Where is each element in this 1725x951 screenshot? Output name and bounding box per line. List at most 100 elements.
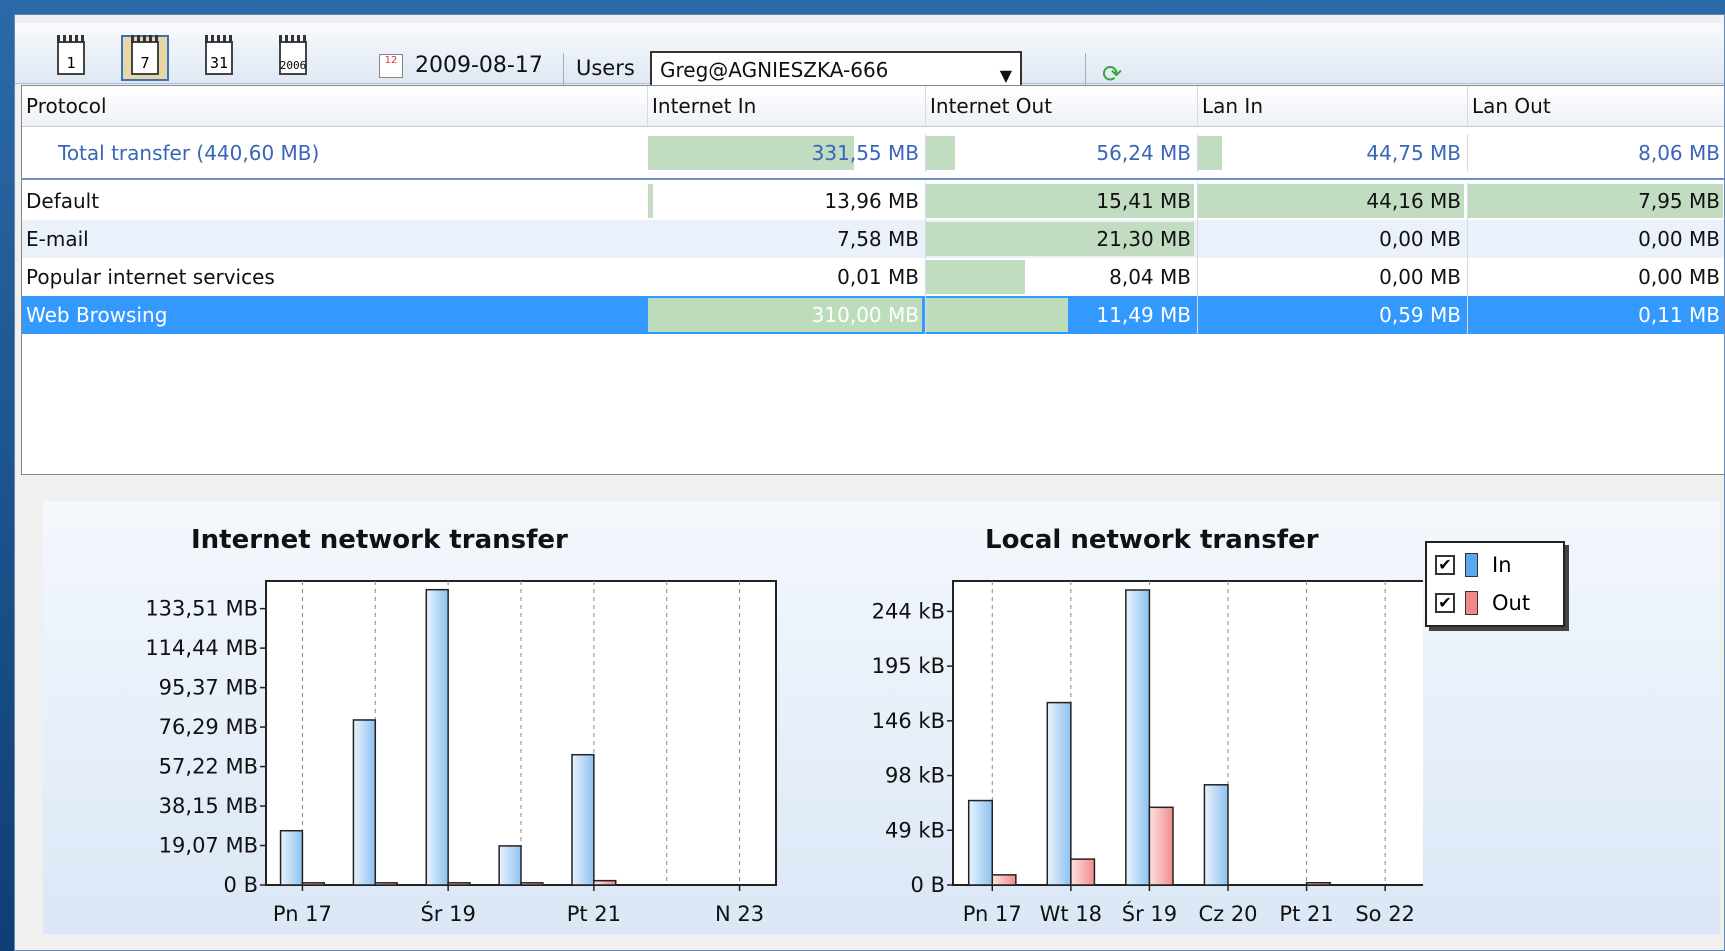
- toolbar-separator: [563, 53, 564, 85]
- value-cell: 0,00 MB: [1198, 220, 1468, 258]
- column-header-lan-in[interactable]: Lan In: [1198, 86, 1468, 126]
- value-text: 310,00 MB: [811, 303, 919, 327]
- day-view-button[interactable]: 1: [47, 35, 95, 81]
- column-header-lan-out[interactable]: Lan Out: [1468, 86, 1724, 126]
- x-tick-label: Śr 19: [420, 901, 475, 926]
- value-bar: [926, 298, 1069, 332]
- value-text: 0,01 MB: [837, 265, 919, 289]
- value-text: 331,55 MB: [811, 141, 919, 165]
- value-cell: 44,16 MB: [1198, 182, 1468, 220]
- value-text: 0,59 MB: [1379, 303, 1461, 327]
- value-cell: 7,58 MB: [648, 220, 926, 258]
- calendar-week-icon: 7: [131, 35, 159, 75]
- value-text: 7,58 MB: [837, 227, 919, 251]
- table-row[interactable]: Popular internet services 0,01 MB 8,04 MB 0…: [22, 258, 1724, 296]
- y-tick-label: 57,22 MB: [159, 755, 258, 779]
- users-dropdown-value: Greg@AGNIESZKA-666: [660, 58, 889, 82]
- y-tick-label: 0 B: [911, 873, 945, 897]
- value-text: 44,16 MB: [1366, 189, 1461, 213]
- value-bar: [926, 136, 956, 170]
- x-tick-label: Śr 19: [1122, 901, 1177, 926]
- value-text: 13,96 MB: [824, 189, 919, 213]
- checkbox-in[interactable]: ✔: [1435, 555, 1455, 575]
- column-header-protocol[interactable]: Protocol: [22, 86, 648, 126]
- protocol-label: Total transfer (440,60 MB): [58, 141, 320, 165]
- legend-label-out: Out: [1492, 591, 1531, 615]
- y-tick-label: 114,44 MB: [145, 636, 258, 660]
- value-cell: 21,30 MB: [926, 220, 1198, 258]
- bar-out: [1070, 858, 1096, 886]
- value-text: 7,95 MB: [1638, 189, 1720, 213]
- value-text: 0,00 MB: [1379, 227, 1461, 251]
- bar-in: [279, 829, 304, 886]
- bar-in: [1203, 784, 1229, 886]
- protocol-label: Default: [26, 189, 100, 213]
- protocol-label: Popular internet services: [26, 265, 275, 289]
- month-view-button[interactable]: 31: [195, 35, 243, 81]
- x-tick-label: Cz 20: [1198, 902, 1257, 926]
- y-tick-label: 146 kB: [872, 709, 945, 733]
- x-tick-label: So 22: [1355, 902, 1415, 926]
- value-text: 11,49 MB: [1096, 303, 1191, 327]
- protocol-table: Protocol Internet In Internet Out Lan In…: [21, 85, 1724, 475]
- bar-in: [1046, 701, 1072, 886]
- bar-out: [1305, 881, 1331, 886]
- bar-in: [1125, 589, 1151, 886]
- window-frame: 1 7 31 2006 12 2009-08-17 Users Greg@AGN…: [0, 0, 1725, 951]
- legend-label-in: In: [1492, 553, 1512, 577]
- legend-item-out[interactable]: ✔ Out: [1435, 589, 1530, 617]
- bar-out: [1148, 806, 1174, 886]
- toolbar-separator: [1085, 53, 1086, 85]
- value-cell: 44,75 MB: [1198, 134, 1468, 172]
- column-header-internet-in[interactable]: Internet In: [648, 86, 926, 126]
- value-cell: 7,95 MB: [1468, 182, 1724, 220]
- week-view-button[interactable]: 7: [121, 35, 169, 81]
- value-bar: [648, 184, 654, 218]
- value-cell: 8,06 MB: [1468, 134, 1724, 172]
- y-tick-label: 38,15 MB: [159, 794, 258, 818]
- table-row[interactable]: Web Browsing 310,00 MB 11,49 MB 0,59 MB 0,11…: [22, 296, 1724, 334]
- bar-in: [352, 719, 377, 886]
- charts-panel: Internet network transfer Local network …: [43, 501, 1720, 934]
- bar-in: [571, 753, 595, 886]
- value-cell: 0,59 MB: [1198, 296, 1468, 334]
- value-text: 0,00 MB: [1638, 265, 1720, 289]
- toolbar: 1 7 31 2006 12 2009-08-17 Users Greg@AGN…: [15, 23, 1724, 89]
- selected-date[interactable]: 2009-08-17: [415, 53, 543, 78]
- value-cell: 0,00 MB: [1468, 258, 1724, 296]
- users-dropdown[interactable]: Greg@AGNIESZKA-666 ▼: [650, 51, 1022, 89]
- y-tick-label: 133,51 MB: [145, 597, 258, 621]
- value-cell: 56,24 MB: [926, 134, 1198, 172]
- value-cell: 0,11 MB: [1468, 296, 1724, 334]
- legend-item-in[interactable]: ✔ In: [1435, 551, 1512, 579]
- value-text: 21,30 MB: [1096, 227, 1191, 251]
- protocol-label: E-mail: [26, 227, 89, 251]
- calendar-month-icon: 31: [205, 35, 233, 75]
- bar-in: [498, 845, 522, 886]
- bar-out: [520, 882, 544, 886]
- bar-in: [967, 799, 994, 886]
- y-tick-label: 95,37 MB: [159, 676, 258, 700]
- table-row[interactable]: Default 13,96 MB 15,41 MB 44,16 MB 7,95 MB: [22, 182, 1724, 220]
- checkbox-out[interactable]: ✔: [1435, 593, 1455, 613]
- table-header: Protocol Internet In Internet Out Lan In…: [22, 86, 1724, 127]
- y-tick-label: 98 kB: [885, 764, 945, 788]
- year-view-button[interactable]: 2006: [269, 35, 317, 81]
- y-tick-label: 244 kB: [872, 599, 945, 623]
- value-text: 0,11 MB: [1638, 303, 1720, 327]
- date-picker-icon[interactable]: 12: [379, 54, 403, 78]
- refresh-icon[interactable]: ⟳: [1102, 61, 1128, 87]
- table-row[interactable]: E-mail 7,58 MB 21,30 MB 0,00 MB 0,00 MB: [22, 220, 1724, 258]
- value-bar: [926, 260, 1026, 294]
- calendar-day-icon: 1: [57, 35, 85, 75]
- bar-out: [301, 882, 326, 886]
- column-header-internet-out[interactable]: Internet Out: [926, 86, 1198, 126]
- x-tick-label: Pn 17: [963, 902, 1022, 926]
- value-text: 8,06 MB: [1638, 141, 1720, 165]
- total-row[interactable]: Total transfer (440,60 MB) 331,55 MB 56,24…: [22, 134, 1724, 172]
- local-transfer-chart: 0 B 49 kB 98 kB 146 kB 195 kB 244 kB Pn 17 Wt 1…: [872, 580, 1423, 926]
- value-text: 15,41 MB: [1096, 189, 1191, 213]
- value-text: 56,24 MB: [1096, 141, 1191, 165]
- value-cell: 11,49 MB: [926, 296, 1198, 334]
- chart-legend: ✔ In ✔ Out: [1425, 541, 1565, 627]
